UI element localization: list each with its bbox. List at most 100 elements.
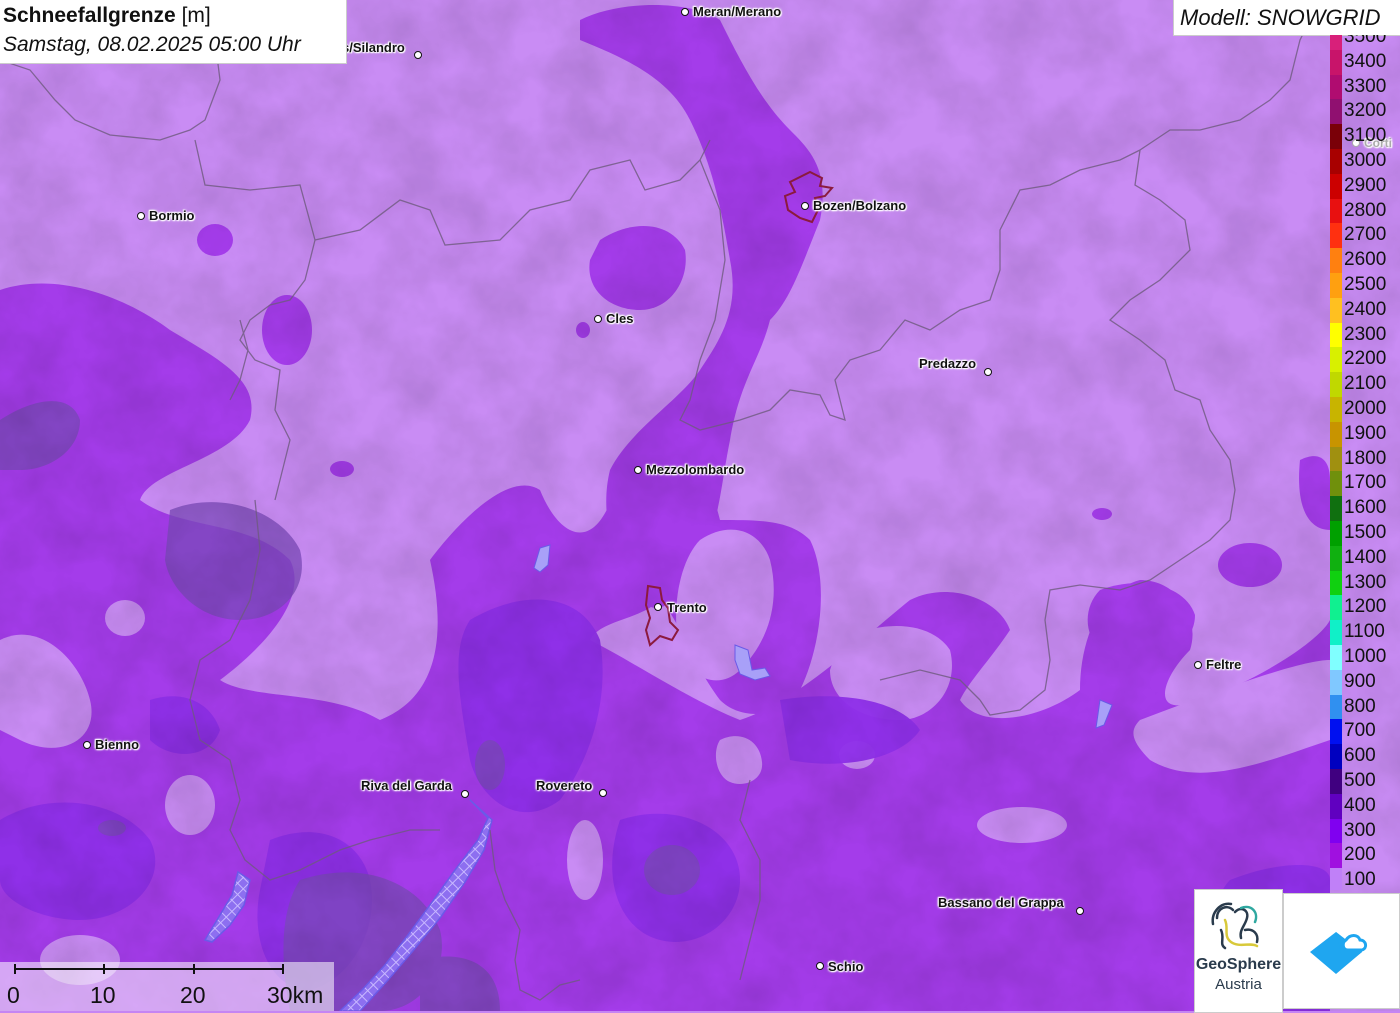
city-dot-icon xyxy=(654,603,662,611)
legend-item: 2300 xyxy=(1328,322,1400,348)
legend-item: 400 xyxy=(1328,793,1400,819)
terrain-relief xyxy=(0,0,1400,1011)
legend-item: 3100 xyxy=(1328,124,1400,149)
legend-swatch xyxy=(1330,769,1342,794)
city-dot-icon xyxy=(83,741,91,749)
legend-item: 2000 xyxy=(1328,397,1400,422)
city-label: Cles xyxy=(606,311,634,326)
legend-item: 2500 xyxy=(1328,273,1400,298)
legend-swatch xyxy=(1330,471,1342,497)
legend-label: 3200 xyxy=(1344,100,1387,122)
city-label: Rovereto xyxy=(536,778,593,793)
legend-item: 3300 xyxy=(1328,74,1400,100)
legend-swatch xyxy=(1330,818,1342,844)
legend-swatch xyxy=(1330,496,1342,521)
city-dot-icon xyxy=(599,789,607,797)
legend-swatch xyxy=(1330,99,1342,125)
legend-item: 1400 xyxy=(1328,545,1400,571)
legend-item: 700 xyxy=(1328,719,1400,745)
legend-label: 3500 xyxy=(1344,35,1387,47)
legend-swatch xyxy=(1330,322,1342,348)
legend-swatch xyxy=(1330,372,1342,397)
legend-label: 2800 xyxy=(1344,199,1387,221)
legend-label: 3400 xyxy=(1344,50,1387,72)
city-label: Bassano del Grappa xyxy=(938,895,1064,910)
city-label: Mezzolombardo xyxy=(646,462,745,477)
legend-swatch xyxy=(1330,744,1342,769)
geosphere-emblem-icon xyxy=(1211,902,1259,950)
model-label: Modell: SNOWGRID xyxy=(1180,5,1381,30)
legend-label: 800 xyxy=(1344,695,1376,717)
legend-label: 1100 xyxy=(1344,621,1385,643)
legend-swatch xyxy=(1330,719,1342,745)
city-label: Bienno xyxy=(95,737,140,752)
legend-item: 800 xyxy=(1328,694,1400,720)
scale-label: 30km xyxy=(267,982,324,1008)
legend-item: 600 xyxy=(1328,744,1400,769)
city-dot-icon xyxy=(816,962,824,970)
legend-swatch xyxy=(1330,669,1342,695)
legend-item: 2900 xyxy=(1328,173,1400,199)
legend-item: 2800 xyxy=(1328,198,1400,224)
legend-label: 100 xyxy=(1344,869,1376,890)
city-label: Schio xyxy=(828,959,864,974)
legend-label: 1700 xyxy=(1344,472,1387,494)
legend-item: 1000 xyxy=(1328,645,1400,670)
legend-item: 1100 xyxy=(1328,620,1400,645)
legend-swatch xyxy=(1330,421,1342,447)
legend-swatch xyxy=(1330,173,1342,199)
legend-label: 3000 xyxy=(1344,150,1387,171)
legend-label: 2900 xyxy=(1344,174,1387,196)
legend-item: 1300 xyxy=(1328,570,1400,596)
legend-item: 2600 xyxy=(1328,248,1400,273)
legend-item: 2200 xyxy=(1328,347,1400,373)
legend-label: 2300 xyxy=(1344,323,1387,345)
legend-label: 2700 xyxy=(1344,224,1387,246)
legend-label: 500 xyxy=(1344,770,1376,791)
legend-label: 3100 xyxy=(1344,125,1387,147)
map-datetime: Samstag, 08.02.2025 05:00 Uhr xyxy=(3,33,301,56)
legend-swatch xyxy=(1330,223,1342,249)
city-dot-icon xyxy=(1076,907,1084,915)
legend-swatch xyxy=(1330,198,1342,224)
legend-swatch xyxy=(1330,35,1342,50)
legend-swatch xyxy=(1330,347,1342,373)
geosphere-logo[interactable]: GeoSphere Austria xyxy=(1194,889,1283,1013)
legend-label: 1500 xyxy=(1344,522,1387,543)
legend-label: 1600 xyxy=(1344,497,1387,519)
legend-label: 1200 xyxy=(1344,596,1387,618)
legend-swatch xyxy=(1330,868,1342,890)
legend-swatch xyxy=(1330,694,1342,720)
legend-swatch xyxy=(1330,545,1342,571)
app-logo[interactable] xyxy=(1283,893,1400,1009)
city-dot-icon xyxy=(414,51,422,59)
city-dot-icon xyxy=(594,315,602,323)
legend-label: 600 xyxy=(1344,745,1376,767)
legend-item: 300 xyxy=(1328,818,1400,844)
legend-swatch xyxy=(1330,595,1342,621)
scale-label: 10 xyxy=(90,982,116,1008)
legend-label: 2500 xyxy=(1344,274,1387,295)
legend-item: 1800 xyxy=(1328,446,1400,472)
model-panel: Modell: SNOWGRID xyxy=(1173,0,1400,36)
legend-label: 900 xyxy=(1344,670,1376,692)
legend-label: 1400 xyxy=(1344,546,1387,568)
legend-item: 900 xyxy=(1328,669,1400,695)
legend-swatch xyxy=(1330,521,1342,546)
city-dot-icon xyxy=(634,466,642,474)
legend-item: 1700 xyxy=(1328,471,1400,497)
legend-swatch xyxy=(1330,49,1342,75)
snowfall-line-map[interactable] xyxy=(0,0,1400,1011)
legend-label: 2000 xyxy=(1344,398,1387,419)
legend-label: 400 xyxy=(1344,794,1376,816)
city-label: Feltre xyxy=(1206,657,1242,672)
legend-label: 3300 xyxy=(1344,75,1387,97)
city-dot-icon xyxy=(1194,661,1202,669)
city-label: Bormio xyxy=(149,208,195,223)
legend-label: 700 xyxy=(1344,720,1376,742)
city-dot-icon xyxy=(801,202,809,210)
legend-item: 100 xyxy=(1328,868,1400,890)
legend-item: 3000 xyxy=(1328,149,1400,174)
legend-swatch xyxy=(1330,248,1342,273)
title-unit: [m] xyxy=(181,4,211,27)
